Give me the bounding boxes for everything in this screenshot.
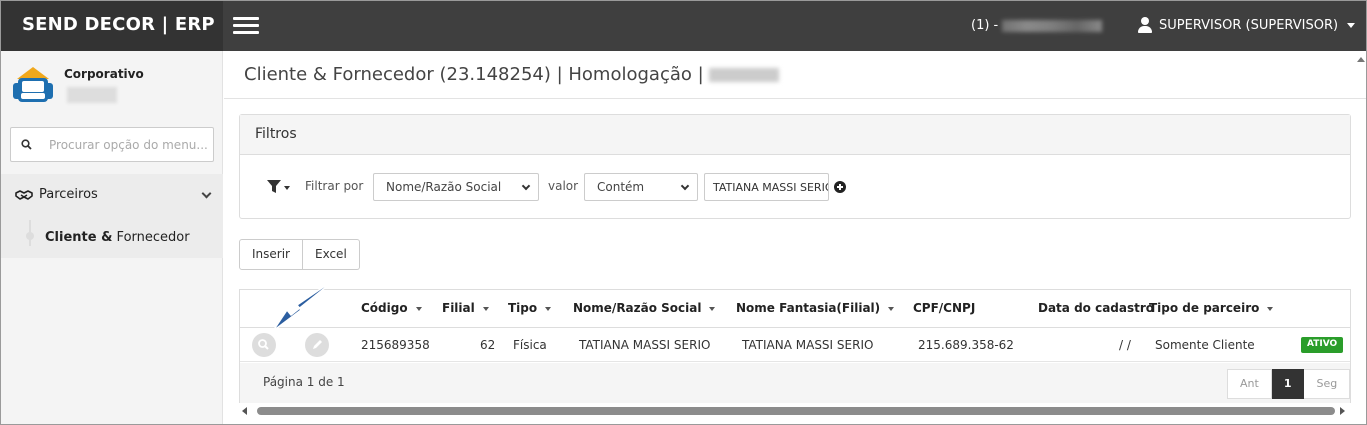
- horizontal-scrollbar[interactable]: [239, 404, 1351, 418]
- grid-header: Código Filial Tipo Nome/Razão Social Nom…: [240, 290, 1350, 328]
- sort-caret-icon: [709, 306, 716, 311]
- search-icon: [258, 339, 269, 350]
- org-subtitle-redacted: [67, 87, 117, 103]
- menu-search-input[interactable]: [49, 135, 209, 155]
- sidebar-group-parceiros: Parceiros Cliente & Fornecedor: [1, 174, 223, 258]
- table-row: 215689358 62 Física TATIANA MASSI SERIO …: [240, 328, 1350, 362]
- filters-panel: Filtros Filtrar por Nome/Razão Social va…: [239, 114, 1351, 219]
- prev-page-button[interactable]: Ant: [1227, 369, 1272, 399]
- tree-node-dot: [26, 232, 34, 240]
- pagination: Ant 1 Seg: [1227, 369, 1351, 399]
- scroll-thumb[interactable]: [257, 407, 1335, 415]
- cell-cpf: 215.689.358-62: [918, 338, 1014, 352]
- pencil-icon: [313, 340, 322, 349]
- filter-operator-select[interactable]: Contém: [584, 173, 698, 201]
- cell-data: / /: [1119, 338, 1131, 352]
- company-prefix: (1) -: [971, 18, 1003, 33]
- add-filter-icon[interactable]: [834, 181, 846, 193]
- next-page-button[interactable]: Seg: [1304, 369, 1351, 399]
- sofa-logo-icon: [13, 67, 53, 102]
- filters-heading: Filtros: [240, 115, 1350, 155]
- sidebar-item-cliente-fornecedor[interactable]: Cliente & Fornecedor: [45, 230, 190, 245]
- filter-row: Filtrar por Nome/Razão Social valor Cont…: [240, 173, 1350, 201]
- filter-funnel-icon[interactable]: [267, 180, 291, 194]
- results-grid: Código Filial Tipo Nome/Razão Social Nom…: [239, 289, 1351, 403]
- column-header-parceiro[interactable]: Tipo de parceiro: [1149, 301, 1274, 315]
- sidebar-item-parceiros-label: Parceiros: [39, 187, 98, 202]
- cell-tipo: Física: [513, 338, 547, 352]
- filter-value-input[interactable]: TATIANA MASSI SERIO: [704, 173, 829, 201]
- sort-caret-icon: [888, 306, 895, 311]
- user-label: SUPERVISOR (SUPERVISOR): [1159, 17, 1339, 33]
- column-header-nome[interactable]: Nome/Razão Social: [573, 301, 716, 315]
- scroll-right-arrow-icon[interactable]: [1340, 407, 1345, 415]
- org-title: Corporativo: [64, 67, 144, 81]
- sort-caret-icon: [415, 306, 422, 311]
- column-header-data[interactable]: Data do cadastro: [1038, 301, 1154, 315]
- chevron-down-icon[interactable]: [201, 188, 212, 199]
- scroll-up-arrow-icon[interactable]: [1357, 57, 1365, 62]
- company-name-redacted: [1002, 19, 1103, 32]
- filter-operator-value: Contém: [597, 180, 645, 194]
- column-header-tipo[interactable]: Tipo: [508, 301, 552, 315]
- page-1-button[interactable]: 1: [1271, 369, 1305, 399]
- sidebar: Corporativo Parceiros Cliente & Forneced…: [1, 51, 223, 424]
- sidebar-item-child-bold: Cliente &: [45, 230, 113, 245]
- grid-footer: Página 1 de 1 Ant 1 Seg: [240, 363, 1351, 403]
- sort-caret-icon: [482, 306, 489, 311]
- cell-parceiro: Somente Cliente: [1155, 338, 1255, 352]
- status-badge: ATIVO: [1301, 337, 1344, 353]
- divider: [224, 98, 1366, 99]
- page-title-text: Cliente & Fornecedor (23.148254) | Homol…: [244, 64, 710, 85]
- cell-codigo: 215689358: [361, 338, 430, 352]
- user-icon: [1138, 17, 1152, 33]
- value-label: valor: [548, 179, 579, 193]
- view-record-button[interactable]: [252, 333, 276, 357]
- cell-nome: TATIANA MASSI SERIO: [579, 338, 711, 352]
- menu-search[interactable]: [10, 127, 214, 162]
- user-menu[interactable]: SUPERVISOR (SUPERVISOR): [1138, 17, 1356, 33]
- company-selector[interactable]: (1) -: [971, 18, 1103, 33]
- scroll-left-arrow-icon[interactable]: [242, 407, 247, 415]
- cell-filial: 62: [480, 338, 496, 352]
- chevron-down-icon: [680, 181, 690, 191]
- action-buttons: Inserir Excel: [239, 239, 360, 270]
- cell-fantasia: TATIANA MASSI SERIO: [742, 338, 874, 352]
- column-header-filial[interactable]: Filial: [442, 301, 489, 315]
- page-title: Cliente & Fornecedor (23.148254) | Homol…: [244, 64, 780, 85]
- sidebar-item-child-rest: Fornecedor: [112, 230, 190, 245]
- page-title-redacted: [709, 68, 780, 82]
- brand-title[interactable]: SEND DECOR | ERP: [1, 1, 223, 51]
- sort-caret-icon: [545, 306, 552, 311]
- column-header-fantasia[interactable]: Nome Fantasia(Filial): [736, 301, 895, 315]
- vertical-scrollbar[interactable]: [1355, 51, 1366, 424]
- menu-toggle-icon[interactable]: [233, 17, 259, 35]
- top-bar: SEND DECOR | ERP (1) - SUPERVISOR (SUPER…: [1, 1, 1366, 51]
- chevron-down-icon: [521, 181, 531, 191]
- column-header-cpf[interactable]: CPF/CNPJ: [913, 301, 975, 315]
- filter-by-label: Filtrar por: [305, 179, 364, 193]
- sort-caret-icon: [1267, 306, 1274, 311]
- filter-field-value: Nome/Razão Social: [386, 180, 502, 194]
- edit-record-button[interactable]: [305, 333, 329, 357]
- app-window: SEND DECOR | ERP (1) - SUPERVISOR (SUPER…: [0, 0, 1367, 425]
- page-info: Página 1 de 1: [263, 375, 345, 389]
- caret-down-icon: [1347, 22, 1356, 28]
- filter-field-select[interactable]: Nome/Razão Social: [373, 173, 539, 201]
- sidebar-item-parceiros[interactable]: Parceiros: [15, 187, 98, 202]
- excel-button[interactable]: Excel: [302, 239, 360, 270]
- handshake-icon: [15, 189, 33, 200]
- search-icon: [21, 139, 32, 150]
- column-header-codigo[interactable]: Código: [361, 301, 422, 315]
- insert-button[interactable]: Inserir: [239, 239, 303, 270]
